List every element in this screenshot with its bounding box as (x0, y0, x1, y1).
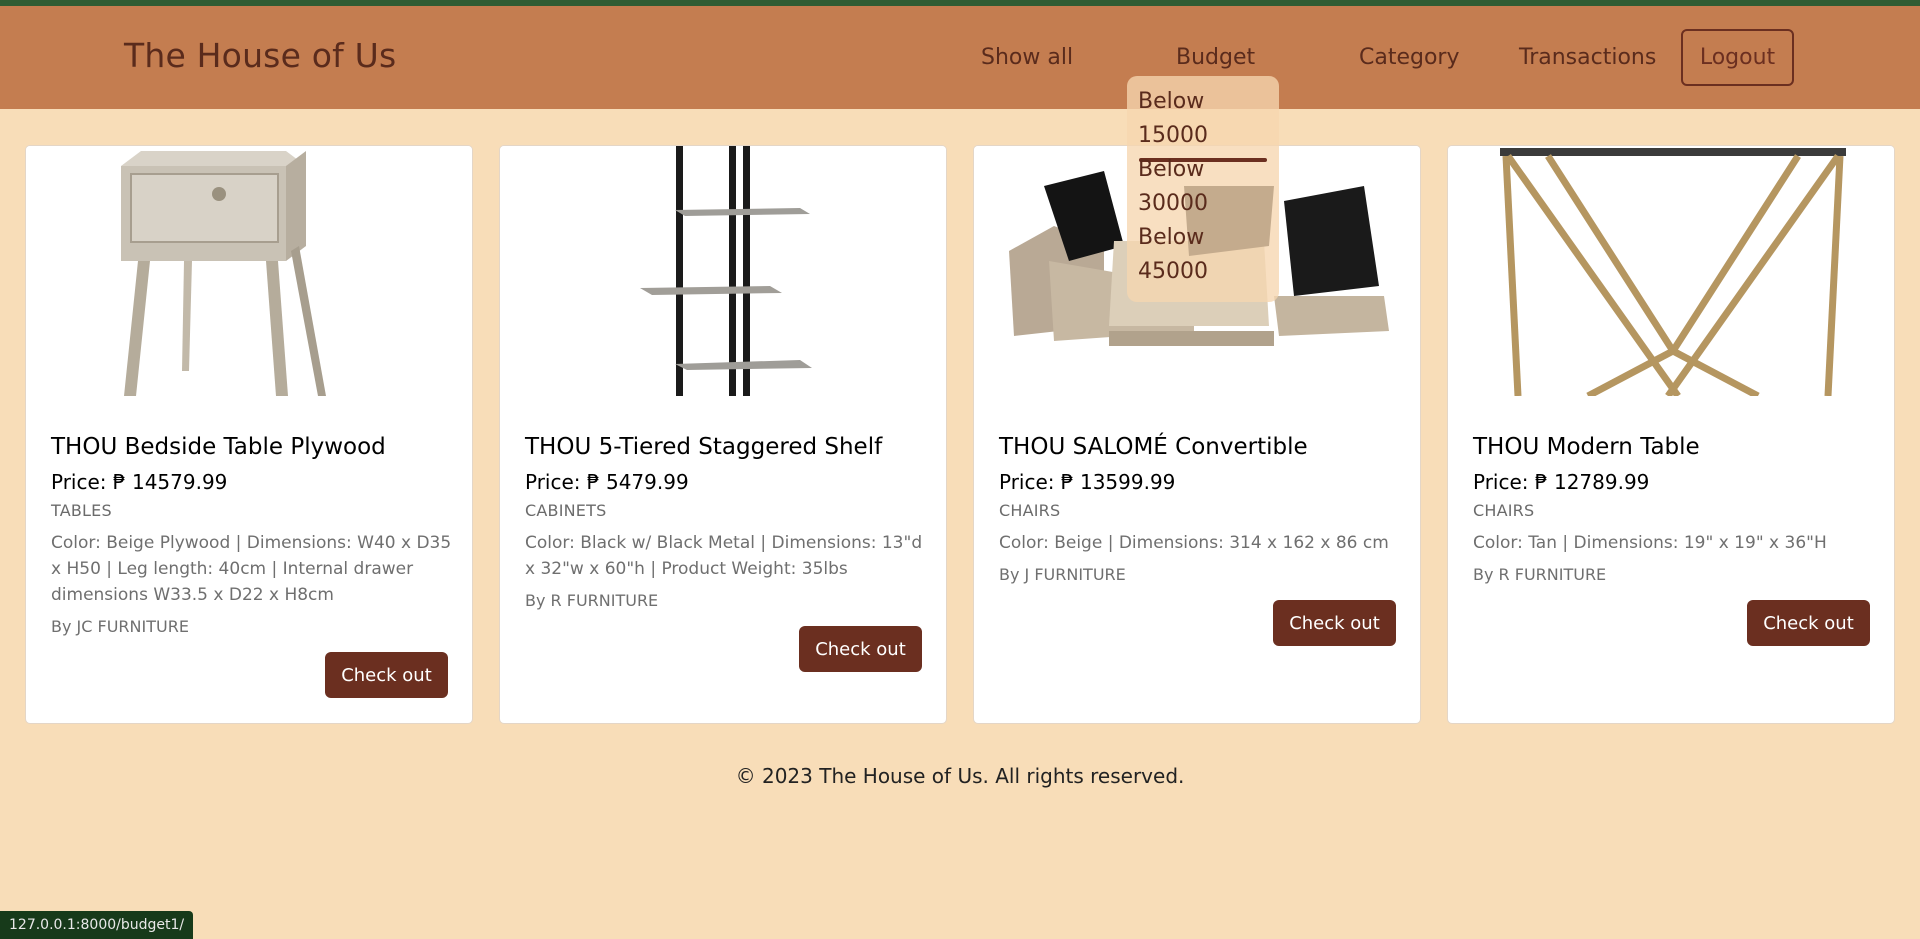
bedside-table-illustration (121, 151, 326, 396)
checkout-button[interactable]: Check out (1747, 600, 1870, 646)
budget-option-45000[interactable]: Below 45000 (1138, 221, 1268, 289)
site-brand[interactable]: The House of Us (124, 36, 396, 75)
budget-option-label: Below (1138, 225, 1205, 250)
nav-show-all[interactable]: Show all (981, 45, 1073, 70)
product-description: Color: Black w/ Black Metal | Dimensions… (525, 533, 923, 579)
shelf-illustration (640, 146, 812, 396)
product-price: Price: ₱ 5479.99 (525, 470, 689, 494)
product-seller: By J FURNITURE (999, 565, 1126, 584)
product-description: Color: Tan | Dimensions: 19" x 19" x 36"… (1473, 533, 1827, 553)
product-price: Price: ₱ 13599.99 (999, 470, 1176, 494)
product-seller: By R FURNITURE (525, 591, 659, 610)
product-image (500, 146, 946, 396)
nav-transactions[interactable]: Transactions (1519, 45, 1656, 70)
product-title[interactable]: THOU Modern Table (1473, 434, 1700, 460)
checkout-button[interactable]: Check out (1273, 600, 1396, 646)
navbar: The House of Us Show all Budget Category… (0, 6, 1920, 109)
checkout-button[interactable]: Check out (799, 626, 922, 672)
nav-category[interactable]: Category (1359, 45, 1460, 70)
product-description: Color: Beige | Dimensions: 314 x 162 x 8… (999, 533, 1389, 553)
product-image (26, 146, 472, 396)
budget-option-30000[interactable]: Below 30000 (1138, 153, 1268, 221)
product-category: CABINETS (525, 501, 607, 520)
budget-option-amount: 45000 (1138, 259, 1208, 284)
budget-option-label: Below (1138, 157, 1205, 182)
product-image (1448, 146, 1894, 396)
product-title[interactable]: THOU 5-Tiered Staggered Shelf (525, 434, 882, 460)
logout-button[interactable]: Logout (1681, 29, 1794, 86)
product-card: THOU 5-Tiered Staggered Shelf Price: ₱ 5… (499, 145, 947, 724)
footer-copyright: © 2023 The House of Us. All rights reser… (735, 764, 1185, 788)
product-title[interactable]: THOU Bedside Table Plywood (51, 434, 386, 460)
browser-status-url: 127.0.0.1:8000/budget1/ (0, 911, 194, 939)
budget-dropdown-menu: Below 15000 Below 30000 Below 45000 (1127, 76, 1279, 302)
product-category: TABLES (51, 501, 112, 520)
budget-option-amount: 15000 (1138, 123, 1208, 148)
product-seller: By JC FURNITURE (51, 617, 189, 636)
nav-budget[interactable]: Budget (1176, 45, 1255, 70)
budget-option-15000[interactable]: Below 15000 (1138, 85, 1268, 153)
product-description: Color: Beige Plywood | Dimensions: W40 x… (51, 533, 452, 605)
product-category: CHAIRS (1473, 501, 1535, 520)
product-card: THOU Modern Table Price: ₱ 12789.99 CHAI… (1447, 145, 1895, 724)
product-card: THOU Bedside Table Plywood Price: ₱ 1457… (25, 145, 473, 724)
modern-table-illustration (1500, 148, 1846, 396)
budget-option-amount: 30000 (1138, 191, 1208, 216)
budget-option-label: Below (1138, 89, 1205, 114)
product-price: Price: ₱ 12789.99 (1473, 470, 1650, 494)
product-title[interactable]: THOU SALOMÉ Convertible (999, 434, 1308, 460)
product-price: Price: ₱ 14579.99 (51, 470, 228, 494)
checkout-button[interactable]: Check out (325, 652, 448, 698)
product-category: CHAIRS (999, 501, 1061, 520)
product-seller: By R FURNITURE (1473, 565, 1607, 584)
